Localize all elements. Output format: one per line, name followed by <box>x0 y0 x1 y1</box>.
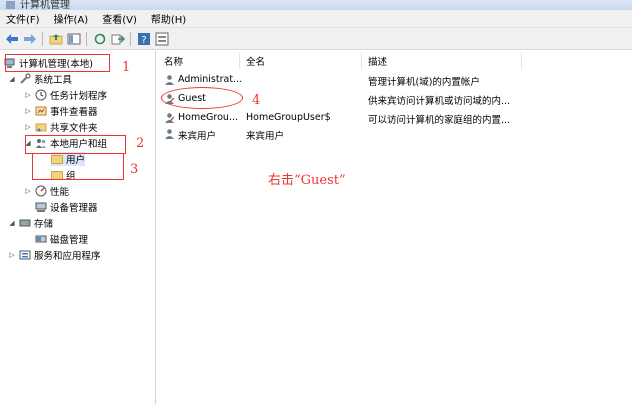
tree-label: 性能 <box>50 187 70 198</box>
annotation-number-3: 3 <box>130 162 139 177</box>
menu-action[interactable]: 操作(A) <box>54 11 89 26</box>
console-tree: 计算机管理(本地) ◢ 系统工具 ▷ 任务计划程序 ▷ 事件查看器 ▷ 共享文件… <box>0 51 156 404</box>
tree-item-performance[interactable]: ▷ 性能 <box>24 184 69 198</box>
annotation-box-users-folder <box>32 153 124 180</box>
toolbar-separator <box>42 32 43 46</box>
tree-label: 系统工具 <box>34 75 73 86</box>
device-manager-icon <box>35 201 47 213</box>
annotation-instruction: 右击“Guest” <box>268 173 346 188</box>
expand-arrow-icon[interactable]: ▷ <box>24 187 32 195</box>
annotation-box-root <box>5 54 110 72</box>
table-row[interactable]: HomeGrou... HomeGroupUser$ 可以访问计算机的家庭组的内… <box>158 110 632 126</box>
annotation-number-1: 1 <box>122 60 131 75</box>
collapse-arrow-icon[interactable]: ◢ <box>8 219 16 227</box>
tree-item-disk-management[interactable]: 磁盘管理 <box>35 232 88 246</box>
user-icon <box>164 128 175 139</box>
expand-arrow-icon[interactable]: ▷ <box>8 251 16 259</box>
up-folder-icon[interactable] <box>48 31 64 47</box>
user-icon <box>164 74 175 85</box>
tree-item-event-viewer[interactable]: ▷ 事件查看器 <box>24 104 98 118</box>
performance-icon <box>35 185 47 197</box>
tree-item-shared-folders[interactable]: ▷ 共享文件夹 <box>24 120 98 134</box>
user-description: 供来宾访问计算机或访问域的内... <box>368 96 511 107</box>
user-fullname: HomeGroupUser$ <box>246 112 331 123</box>
back-arrow-icon[interactable] <box>4 31 20 47</box>
expand-arrow-icon[interactable]: ▷ <box>24 107 32 115</box>
column-header-name[interactable]: 名称 <box>158 53 240 69</box>
disk-management-icon <box>35 233 47 245</box>
tree-item-storage[interactable]: ◢ 存储 <box>8 216 53 230</box>
tree-label: 事件查看器 <box>50 107 98 118</box>
toolbar-separator <box>130 32 131 46</box>
tree-label: 设备管理器 <box>50 203 98 214</box>
refresh-icon[interactable] <box>92 31 108 47</box>
collapse-arrow-icon[interactable]: ◢ <box>8 75 16 83</box>
column-header-description[interactable]: 描述 <box>362 53 522 69</box>
export-icon[interactable] <box>110 31 126 47</box>
table-row[interactable]: 来宾用户 来宾用户 <box>158 126 632 142</box>
table-row[interactable]: Administrat... 管理计算机(域)的内置帐户 <box>158 72 632 88</box>
event-viewer-icon <box>35 105 47 117</box>
menu-view[interactable]: 查看(V) <box>102 11 137 26</box>
column-header-fullname[interactable]: 全名 <box>240 53 362 69</box>
tree-item-services-apps[interactable]: ▷ 服务和应用程序 <box>8 248 101 262</box>
services-icon <box>19 249 31 261</box>
annotation-ellipse-guest <box>161 87 243 109</box>
title-bar: 计算机管理 <box>0 0 632 10</box>
user-name: Administrat... <box>178 74 242 85</box>
forward-arrow-icon[interactable] <box>22 31 38 47</box>
annotation-number-2: 2 <box>136 136 145 151</box>
expand-arrow-icon[interactable]: ▷ <box>24 123 32 131</box>
computer-management-icon <box>6 1 15 9</box>
user-icon <box>164 112 175 123</box>
tree-label: 任务计划程序 <box>50 91 108 102</box>
window-title: 计算机管理 <box>20 0 70 10</box>
annotation-box-local-users <box>25 135 126 154</box>
menu-bar: 文件(F) 操作(A) 查看(V) 帮助(H) <box>0 10 632 28</box>
user-description: 可以访问计算机的家庭组的内置... <box>368 115 511 126</box>
tree-item-task-scheduler[interactable]: ▷ 任务计划程序 <box>24 88 107 102</box>
clock-icon <box>35 89 47 101</box>
svg-text:?: ? <box>141 35 146 46</box>
tree-label: 服务和应用程序 <box>34 251 101 262</box>
expand-arrow-icon[interactable]: ▷ <box>24 91 32 99</box>
menu-file[interactable]: 文件(F) <box>6 11 40 26</box>
user-description: 管理计算机(域)的内置帐户 <box>368 77 480 88</box>
tools-icon <box>19 73 31 85</box>
menu-help[interactable]: 帮助(H) <box>151 11 186 26</box>
shared-folder-icon <box>35 121 47 133</box>
user-name: HomeGrou... <box>178 112 239 123</box>
user-name: 来宾用户 <box>178 131 217 142</box>
tree-label: 磁盘管理 <box>50 235 89 246</box>
show-hide-tree-icon[interactable] <box>66 31 82 47</box>
tree-item-system-tools[interactable]: ◢ 系统工具 <box>8 72 72 86</box>
properties-icon[interactable] <box>154 31 170 47</box>
tree-item-device-manager[interactable]: 设备管理器 <box>35 200 98 214</box>
storage-icon <box>19 217 31 229</box>
tree-label: 共享文件夹 <box>50 123 98 134</box>
toolbar: ? <box>0 28 632 50</box>
user-fullname: 来宾用户 <box>246 131 285 142</box>
help-icon[interactable]: ? <box>136 31 152 47</box>
toolbar-separator <box>86 32 87 46</box>
annotation-number-4: 4 <box>252 93 261 108</box>
tree-label: 存储 <box>34 219 54 230</box>
